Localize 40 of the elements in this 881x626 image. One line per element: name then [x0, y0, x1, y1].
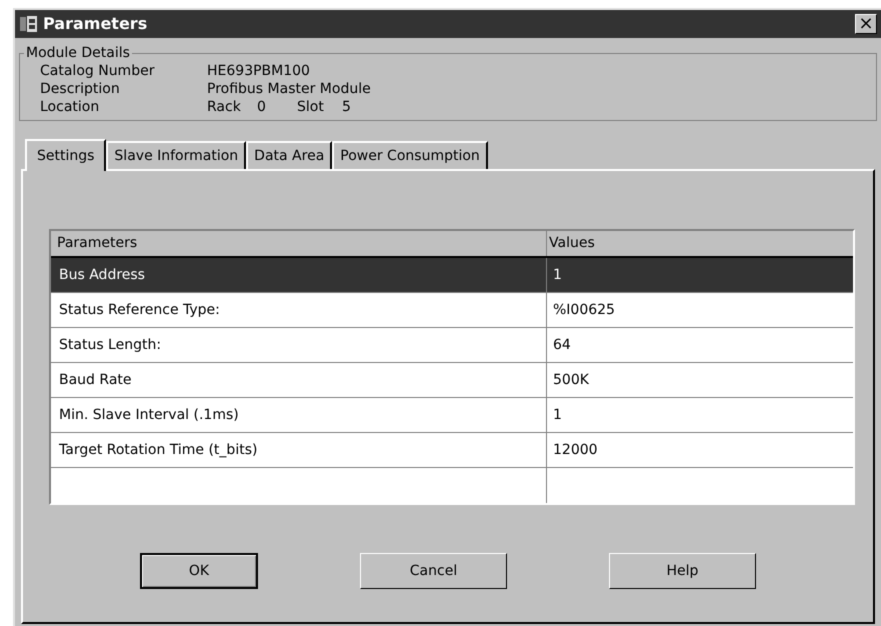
tab[interactable]: Power Consumption [332, 141, 488, 169]
table-cell-text: 500K [552, 370, 590, 390]
cancel-button[interactable]: Cancel [360, 553, 507, 589]
table-cell: Target Rotation Time (t_bits) [51, 433, 547, 467]
tab[interactable]: Settings [25, 139, 106, 171]
window-title: Parameters [43, 13, 148, 35]
field-value: Profibus Master Module [207, 80, 371, 98]
column-header[interactable]: Values [547, 231, 853, 256]
close-button[interactable]: × [855, 14, 877, 34]
table-cell: Min. Slave Interval (.1ms) [51, 398, 547, 432]
table-cell-text: 1 [552, 406, 563, 424]
slot-value: 5 [342, 98, 351, 116]
table-row[interactable]: Min. Slave Interval (.1ms) 1 [51, 398, 853, 433]
table-cell: Bus Address [51, 258, 547, 292]
table-cell: Status Length: [51, 328, 547, 362]
table-cell: Baud Rate [51, 363, 547, 397]
field-label: Description [40, 80, 121, 98]
field-label: Location [40, 98, 100, 116]
table-cell-text: 64 [552, 336, 572, 354]
table-row[interactable]: Baud Rate 500K [51, 363, 853, 398]
field-value: HE693PBM100 [207, 62, 310, 80]
app-icon [19, 15, 39, 33]
slot-label: Slot [297, 98, 325, 116]
column-header[interactable]: Parameters [51, 231, 547, 256]
rack-value: 0 [257, 98, 267, 116]
tab[interactable]: Slave Information [106, 141, 246, 169]
table-cell-text: 1 [552, 266, 563, 284]
table-row[interactable]: Target Rotation Time (t_bits) 12000 [51, 433, 853, 468]
table-row[interactable]: Status Length: 64 [51, 328, 853, 363]
ok-button[interactable]: OK [140, 553, 258, 589]
table-cell: Status Reference Type: [51, 293, 547, 327]
rack-label: Rack [207, 98, 242, 116]
tab[interactable]: Data Area [246, 141, 332, 169]
help-button[interactable]: Help [609, 553, 756, 589]
table-cell-text: %I00625 [552, 300, 616, 320]
table-row[interactable]: Bus Address 1 [51, 258, 853, 293]
table-row[interactable]: Status Reference Type: %I00625 [51, 293, 853, 328]
group-legend: Module Details [24, 44, 132, 62]
field-label: Catalog Number [40, 62, 156, 80]
table-cell-text: 12000 [552, 440, 599, 460]
